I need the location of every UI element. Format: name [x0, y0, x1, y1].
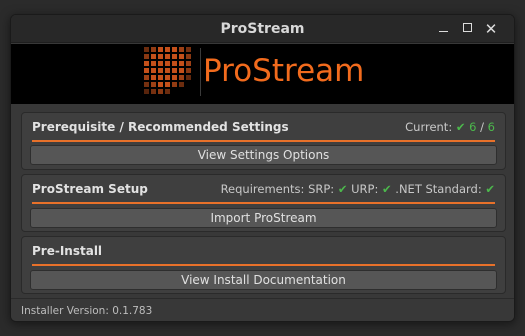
- pre-install-panel: Pre-Install View Install Documentation: [21, 236, 506, 294]
- panel-title: Pre-Install: [32, 244, 103, 258]
- panel-divider: [32, 202, 495, 204]
- panel-header: ProStream Setup Requirements: SRP: ✔ URP…: [32, 180, 495, 200]
- check-icon: ✔: [485, 182, 495, 196]
- maximize-icon: [462, 22, 472, 32]
- requirements-label: Requirements:: [220, 182, 305, 196]
- logo-grid-icon: [144, 47, 191, 94]
- settings-status: Current: ✔ 6 / 6: [405, 120, 495, 134]
- status-label: Current:: [405, 120, 453, 134]
- check-icon: ✔: [455, 120, 466, 134]
- prostream-setup-panel: ProStream Setup Requirements: SRP: ✔ URP…: [21, 174, 506, 232]
- prerequisite-panel: Prerequisite / Recommended Settings Curr…: [21, 112, 506, 170]
- check-icon: ✔: [337, 182, 348, 196]
- import-prostream-button[interactable]: Import ProStream: [30, 208, 497, 228]
- panel-header: Pre-Install: [32, 242, 495, 262]
- status-separator: /: [480, 120, 485, 134]
- logo-banner: ProStream: [11, 44, 514, 104]
- logo-wordmark: ProStream: [203, 53, 365, 89]
- panel-divider: [32, 264, 495, 266]
- logo-divider: [200, 48, 201, 96]
- panel-divider: [32, 140, 495, 142]
- status-total: 6: [487, 120, 495, 134]
- title-bar[interactable]: ProStream ✕: [11, 15, 514, 43]
- requirements-status: Requirements: SRP: ✔ URP: ✔ .NET Standar…: [221, 182, 495, 196]
- installer-version: Installer Version: 0.1.783: [21, 305, 153, 317]
- close-button[interactable]: ✕: [480, 15, 502, 43]
- installer-window: ProStream ✕ ProStream Prerequisite / Rec…: [10, 14, 515, 322]
- requirement-label: .NET Standard:: [395, 182, 482, 196]
- requirement-label: URP:: [351, 182, 379, 196]
- panel-header: Prerequisite / Recommended Settings Curr…: [32, 118, 495, 138]
- view-settings-options-button[interactable]: View Settings Options: [30, 145, 497, 165]
- minimize-icon: [438, 30, 448, 33]
- view-install-documentation-button[interactable]: View Install Documentation: [30, 270, 497, 290]
- maximize-button[interactable]: [456, 15, 478, 43]
- minimize-button[interactable]: [432, 15, 454, 43]
- status-footer: Installer Version: 0.1.783: [11, 298, 514, 321]
- check-icon: ✔: [382, 182, 392, 196]
- panel-title: Prerequisite / Recommended Settings: [32, 120, 289, 134]
- status-value: 6: [469, 120, 477, 134]
- panel-title: ProStream Setup: [32, 182, 148, 196]
- requirement-label: SRP:: [308, 182, 335, 196]
- close-icon: ✕: [484, 20, 498, 38]
